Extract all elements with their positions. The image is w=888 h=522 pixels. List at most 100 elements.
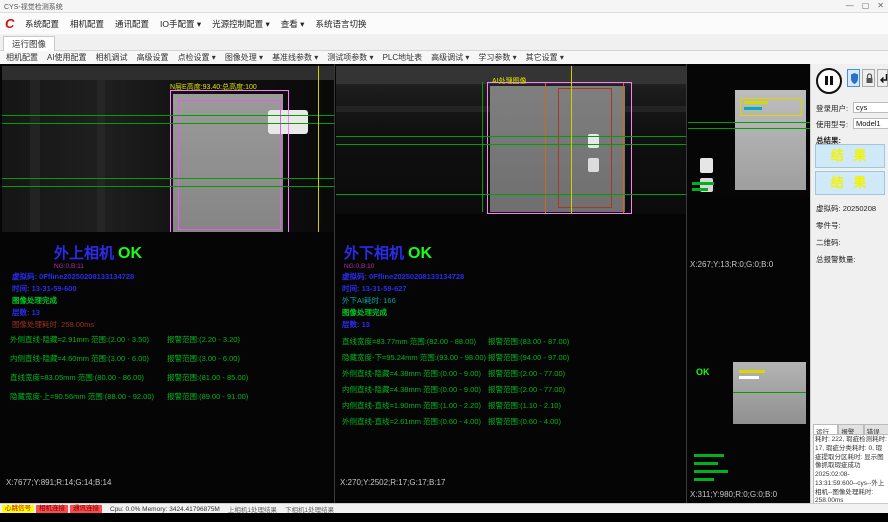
virtual-code-field: 虚拟码: 20250208 <box>816 203 876 214</box>
app-logo-icon: Ϲ <box>5 17 19 31</box>
menu-camera-config[interactable]: 相机配置 <box>70 18 104 30</box>
left-camera-name: 外上相机 <box>54 246 114 263</box>
right-top-camera-image[interactable] <box>688 70 810 196</box>
tool-test-params[interactable]: 测试项参数 ▾ <box>327 52 373 63</box>
center-pixel-coords: X:270;Y:2502;R:17;G:17;B:17 <box>340 478 445 487</box>
right-bottom-camera-image[interactable] <box>733 362 806 424</box>
maximize-icon[interactable]: ▢ <box>862 1 870 10</box>
ruler-line-yellow <box>318 66 319 232</box>
tool-image-processing[interactable]: 图像处理 ▾ <box>225 52 263 63</box>
machine-rail <box>2 66 334 80</box>
tool-spot-check[interactable]: 点检设置 ▾ <box>178 52 216 63</box>
measurement-row: 直线宽度=83.77mm 范围:(82.00 - 88.00) <box>342 336 476 347</box>
shield-button[interactable] <box>847 69 860 87</box>
measure-line-green <box>688 122 810 123</box>
panel-divider <box>334 64 335 503</box>
right-top-camera-panel[interactable]: X:267;Y:13;R:0;G:0;B:0 <box>688 64 810 272</box>
total-alarm-count-label: 总报警数量: <box>816 254 856 265</box>
logout-button[interactable] <box>877 69 888 87</box>
tab-run-image[interactable]: 运行图像 <box>3 36 55 51</box>
login-user-value: cys <box>853 102 888 113</box>
right-top-pixel-coords: X:267;Y:13;R:0;G:0;B:0 <box>690 260 773 269</box>
right-bottom-camera-panel[interactable]: OK X:311;Y:980;R:0;G:0;B:0 <box>688 276 810 503</box>
pause-button[interactable] <box>816 68 842 94</box>
tool-ai-config[interactable]: AI使用配置 <box>47 52 87 63</box>
measure-line-green <box>2 186 334 187</box>
main-workspace: N层E高度:93.40:总高度:100 外上相机 OK NG:0,B:11 虚拟… <box>0 64 810 503</box>
titlebar: CYS-视觉检测系统 — ▢ ✕ <box>0 0 888 13</box>
tool-camera-debug[interactable]: 相机调试 <box>96 52 128 63</box>
center-process-status: 图像处理完成 <box>342 309 387 317</box>
heartbeat-status-badge: 心跳信号 <box>2 505 34 513</box>
center-camera-panel[interactable]: AI处理图像 外下相机 OK NG:0,B:10 虚拟码: 0Ffline202… <box>336 64 686 503</box>
virtual-code-value: 20250208 <box>843 204 876 213</box>
tool-advanced-debug[interactable]: 高级调试 ▾ <box>431 52 469 63</box>
menu-light-config[interactable]: 光源控制配置 ▾ <box>212 18 270 30</box>
model-select[interactable]: Model1 <box>853 118 888 129</box>
measurement-row: 内侧直线-隐藏=4.60mm 范围:(3.00 - 6.00) <box>10 353 149 364</box>
measurement-row: 隐藏宽度-上=90.56mm 范围:(88.00 - 92.00) <box>10 391 154 402</box>
tool-plc-address[interactable]: PLC地址表 <box>383 52 423 63</box>
tool-camera-config[interactable]: 相机配置 <box>6 52 38 63</box>
menu-system-config[interactable]: 系统配置 <box>25 18 59 30</box>
alarm-range: 报警范围:(2.20 - 3.20) <box>167 334 240 345</box>
tiny-overlay-text <box>692 188 708 191</box>
panel-divider <box>686 64 687 503</box>
right-sidebar: 登录用户: cys 使用型号: Model1 总结果: 结 果 结 果 虚拟码:… <box>810 64 888 503</box>
result-box-2: 结 果 <box>815 171 885 195</box>
measurement-row: 内侧直线-隐藏=4.38mm 范围:(0.00 - 9.00) <box>342 384 481 395</box>
app-window: CYS-视觉检测系统 — ▢ ✕ Ϲ 系统配置 相机配置 通讯配置 IO手配置 … <box>0 0 888 522</box>
alarm-range: 报警范围:(1.10 - 2.10) <box>488 400 561 411</box>
alarm-range: 报警范围:(81.00 - 85.00) <box>167 372 248 383</box>
pause-icon <box>825 76 828 85</box>
alarm-range: 报警范围:(89.00 - 91.00) <box>167 391 248 402</box>
menu-language-switch[interactable]: 系统语言切换 <box>315 18 366 30</box>
menu-comm-config[interactable]: 通讯配置 <box>115 18 149 30</box>
minimize-icon[interactable]: — <box>846 1 854 10</box>
alarm-range: 报警范围:(0.60 - 4.00) <box>488 416 561 427</box>
center-time: 时间: 13-31-59-627 <box>342 285 407 293</box>
left-ng-info: NG:0,B:11 <box>54 263 84 270</box>
cpu-memory-status: Cpu: 0.0% Memory: 3424.41796875M <box>110 506 220 513</box>
measure-line-green <box>2 115 334 116</box>
center-layer-count: 层数: 13 <box>342 321 370 329</box>
pause-icon <box>830 76 833 85</box>
tiny-overlay-text <box>739 370 765 373</box>
left-camera-image[interactable]: N层E高度:93.40:总高度:100 <box>2 66 334 232</box>
center-camera-name: 外下相机 <box>344 246 404 263</box>
left-camera-result: OK <box>118 245 142 263</box>
menu-view[interactable]: 查看 ▾ <box>281 18 305 30</box>
center-camera-result: OK <box>408 245 432 263</box>
roi-rect-magenta-inner <box>178 100 281 230</box>
window-title: CYS-视觉检测系统 <box>4 2 63 12</box>
tool-other-settings[interactable]: 其它设置 ▾ <box>526 52 564 63</box>
tab-strip: 运行图像 <box>0 34 888 51</box>
left-time: 时间: 13-31-59-600 <box>12 285 77 293</box>
tiny-green-text <box>694 462 718 465</box>
tiny-overlay-text <box>739 376 759 379</box>
tool-advanced-settings[interactable]: 高级设置 <box>137 52 169 63</box>
bright-screw <box>700 158 713 173</box>
log-text-area[interactable]: 耗时: 222, 瑕疵检测耗时: 17, 瑕疵分类耗时: 0, 瑕疵提取分区耗时… <box>813 434 888 504</box>
measure-line-green <box>336 194 686 195</box>
tool-baseline-params[interactable]: 基准线参数 ▾ <box>272 52 318 63</box>
left-camera-panel[interactable]: N层E高度:93.40:总高度:100 外上相机 OK NG:0,B:11 虚拟… <box>2 64 334 503</box>
result-box-1: 结 果 <box>815 144 885 168</box>
close-icon[interactable]: ✕ <box>877 1 884 10</box>
machine-column <box>30 80 40 232</box>
alarm-range: 报警范围:(2.00 - 77.00) <box>488 384 565 395</box>
model-label: 使用型号: <box>816 119 848 130</box>
measurement-row: 外侧直线-直线=2.61mm 范围:(0.60 - 4.00) <box>342 416 481 427</box>
menu-io-config[interactable]: IO手配置 ▾ <box>160 18 201 30</box>
camera-connect-badge: 相机连接 <box>36 505 68 513</box>
lock-icon <box>863 70 876 88</box>
center-camera-image[interactable]: AI处理图像 <box>336 66 686 214</box>
tool-learning-params[interactable]: 学习参数 ▾ <box>478 52 516 63</box>
ruler-line-yellow <box>571 66 572 214</box>
center-ai-elapsed: 外下AI耗时: 166 <box>342 297 396 305</box>
qr-code-label: 二维码: <box>816 237 841 248</box>
machine-column <box>97 80 105 232</box>
alarm-range: 报警范围:(3.00 - 6.00) <box>167 353 240 364</box>
lock-button[interactable] <box>862 69 875 87</box>
bottom-strip <box>0 513 888 522</box>
